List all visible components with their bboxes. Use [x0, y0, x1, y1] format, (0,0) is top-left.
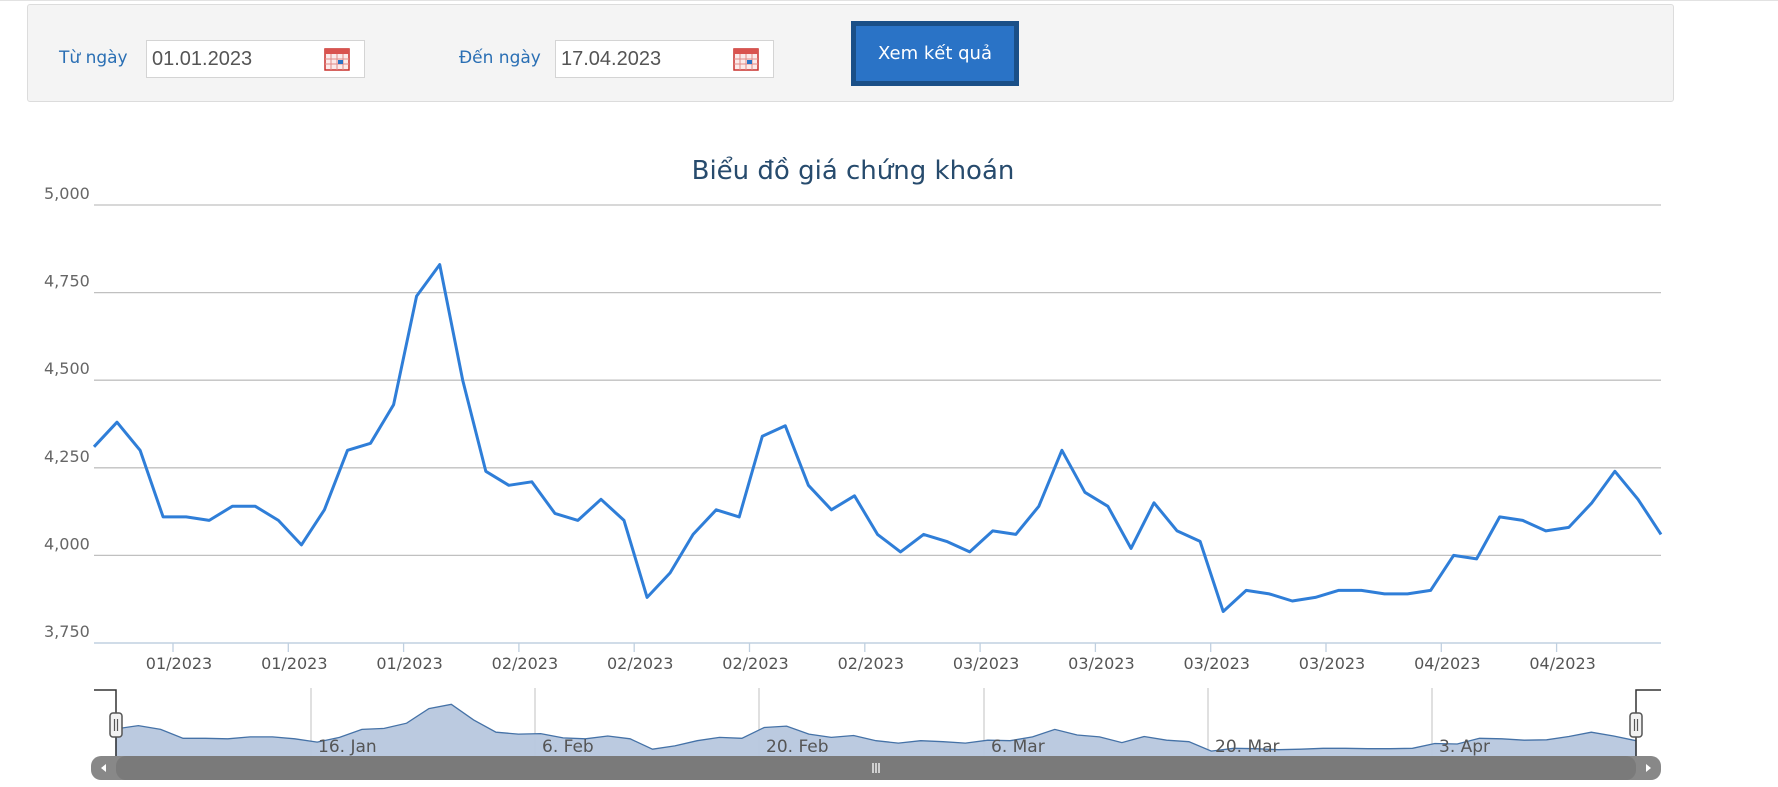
stock-price-chart: Biểu đồ giá chứng khoán 3,750 4,000 4,250 4,… [44, 155, 1663, 780]
navigator-date-label: 16. Jan [318, 737, 377, 757]
y-tick-label: 5,000 [44, 184, 90, 203]
to-date-label: Đến ngày [459, 48, 541, 68]
to-date-field[interactable] [555, 40, 774, 78]
to-date-input[interactable] [561, 45, 731, 73]
x-tick-label: 03/2023 [1183, 654, 1249, 673]
navigator-date-label: 6. Mar [991, 737, 1045, 757]
x-tick-label: 03/2023 [1068, 654, 1134, 673]
calendar-icon[interactable] [324, 47, 350, 71]
y-tick-label: 4,500 [44, 359, 90, 378]
price-series-line [92, 263, 1663, 613]
x-tick-label: 04/2023 [1414, 654, 1480, 673]
from-date-label: Từ ngày [59, 48, 128, 68]
handle-grip[interactable] [1629, 712, 1643, 738]
navigator-right-handle[interactable] [1629, 712, 1643, 738]
y-tick-label: 3,750 [44, 622, 90, 641]
x-tick-label: 01/2023 [376, 654, 442, 673]
x-tick-label: 04/2023 [1529, 654, 1595, 673]
x-tick-label: 01/2023 [261, 654, 327, 673]
x-tick-label: 01/2023 [146, 654, 212, 673]
navigator-date-label: 20. Mar [1215, 737, 1280, 757]
view-results-button[interactable]: Xem kết quả [851, 21, 1019, 86]
x-tick-label: 03/2023 [953, 654, 1019, 673]
y-tick-label: 4,750 [44, 272, 90, 291]
x-tick-label: 02/2023 [722, 654, 788, 673]
y-tick-label: 4,250 [44, 447, 90, 466]
navigator-date-label: 3. Apr [1439, 737, 1490, 757]
from-date-field[interactable] [146, 40, 365, 78]
top-rule [0, 0, 1778, 1]
x-tick-label: 02/2023 [607, 654, 673, 673]
navigator-date-label: 6. Feb [542, 737, 594, 757]
from-date-input[interactable] [152, 45, 322, 73]
y-tick-label: 4,000 [44, 534, 90, 553]
calendar-icon[interactable] [733, 47, 759, 71]
x-tick-label: 03/2023 [1299, 654, 1365, 673]
navigator-left-handle[interactable] [109, 712, 123, 738]
x-tick-label: 02/2023 [838, 654, 904, 673]
chart-title: Biểu đồ giá chứng khoán [692, 155, 1015, 186]
x-tick-label: 02/2023 [492, 654, 558, 673]
handle-grip[interactable] [109, 712, 123, 738]
navigator-date-label: 20. Feb [766, 737, 829, 757]
